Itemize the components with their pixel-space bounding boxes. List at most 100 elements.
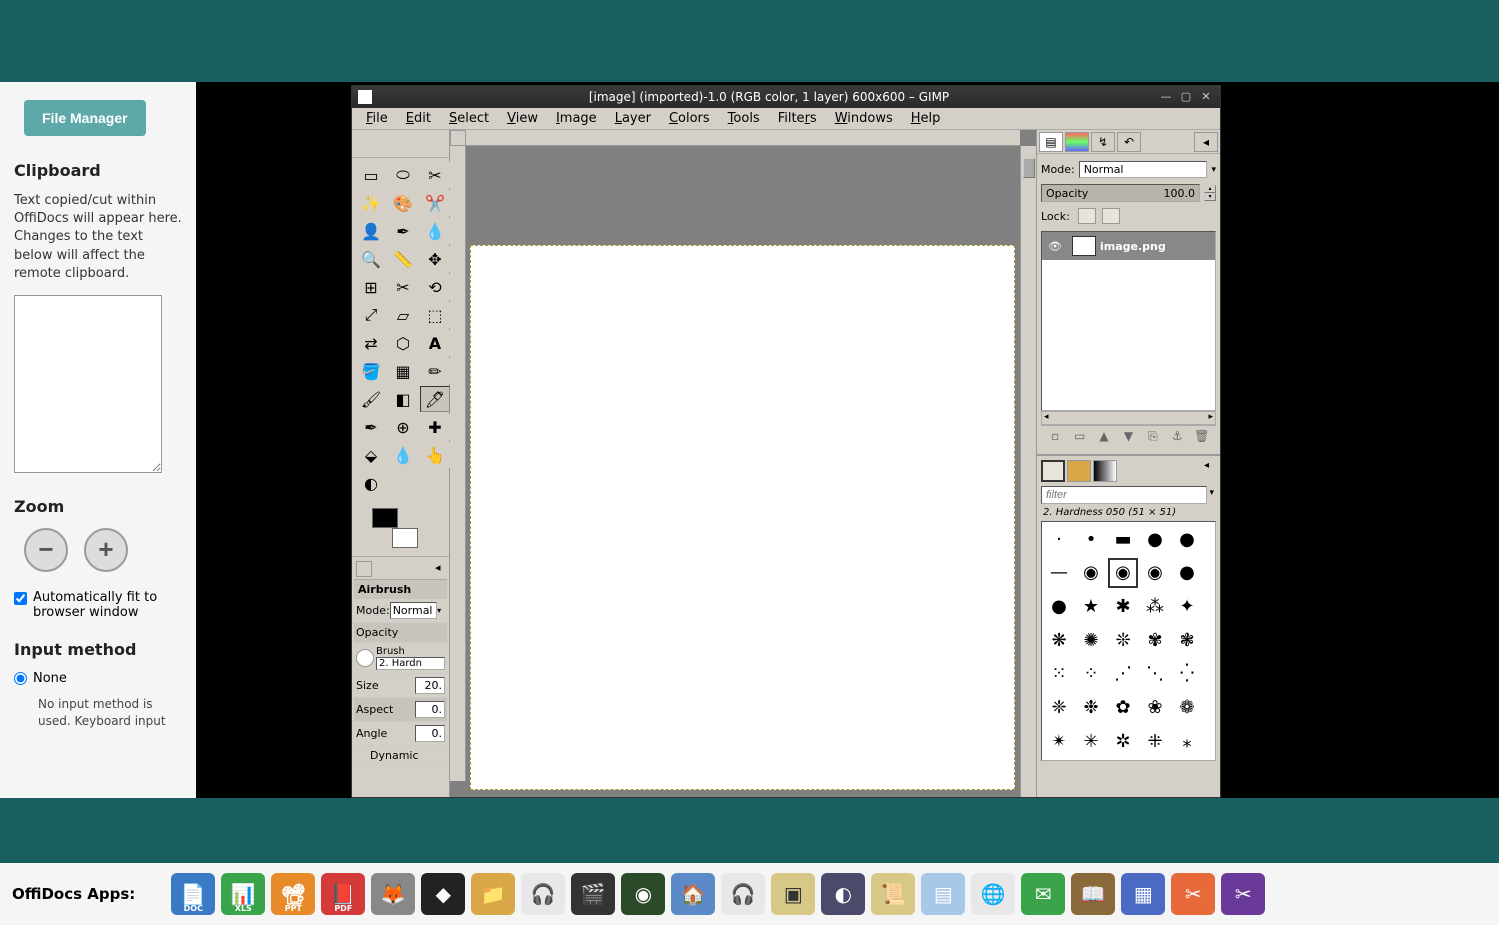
layers-opacity-slider[interactable]: Opacity 100.0 bbox=[1041, 184, 1200, 202]
tool-ellipse-select[interactable]: ⬭ bbox=[388, 162, 418, 188]
layers-hscroll-right[interactable]: ▸ bbox=[1206, 412, 1215, 424]
canvas[interactable] bbox=[470, 245, 1015, 790]
app-sweethome[interactable]: 🏠 bbox=[671, 873, 715, 915]
tool-crop[interactable]: ✂ bbox=[388, 274, 418, 300]
lock-pixels-icon[interactable] bbox=[1078, 208, 1096, 224]
app-globe[interactable]: 🌐 bbox=[971, 873, 1015, 915]
brush-item[interactable]: ⁛ bbox=[1172, 659, 1202, 689]
tool-cage[interactable]: ⬡ bbox=[388, 330, 418, 356]
app-gimp[interactable]: 🦊 bbox=[371, 873, 415, 915]
tool-blur[interactable]: 💧 bbox=[388, 442, 418, 468]
lock-alpha-icon[interactable] bbox=[1102, 208, 1120, 224]
undo-tab-icon[interactable]: ↶ bbox=[1117, 132, 1141, 152]
tool-options-menu-icon[interactable]: ◂ bbox=[435, 561, 445, 577]
brush-item[interactable]: ❀ bbox=[1140, 693, 1170, 723]
app-cut[interactable]: ✂ bbox=[1221, 873, 1265, 915]
app-filemanager[interactable]: 📁 bbox=[471, 873, 515, 915]
brush-item[interactable]: ✿ bbox=[1108, 693, 1138, 723]
tool-angle-value[interactable]: 0. bbox=[415, 725, 445, 742]
ruler-vertical[interactable] bbox=[450, 146, 466, 781]
tool-flip[interactable]: ⇄ bbox=[356, 330, 386, 356]
app-inkscape[interactable]: ◆ bbox=[421, 873, 465, 915]
brush-item[interactable]: ✦ bbox=[1172, 591, 1202, 621]
brush-item[interactable]: · bbox=[1044, 524, 1074, 554]
app-screenshot[interactable]: ✂ bbox=[1171, 873, 1215, 915]
menu-windows[interactable]: Windows bbox=[827, 109, 901, 128]
brush-item[interactable]: ◉ bbox=[1140, 558, 1170, 588]
brush-item[interactable]: ⁘ bbox=[1076, 659, 1106, 689]
brush-item[interactable]: ❃ bbox=[1172, 625, 1202, 655]
tool-rect-select[interactable]: ▭ bbox=[356, 162, 386, 188]
app-audio[interactable]: 🎧 bbox=[521, 873, 565, 915]
layer-visibility-icon[interactable]: 👁 bbox=[1042, 240, 1068, 253]
brush-item[interactable]: ⁂ bbox=[1140, 591, 1170, 621]
channels-tab-icon[interactable] bbox=[1065, 132, 1089, 152]
brush-item[interactable]: ★ bbox=[1076, 591, 1106, 621]
tool-shear[interactable]: ▱ bbox=[388, 302, 418, 328]
foreground-color[interactable] bbox=[372, 508, 398, 528]
patterns-tab-icon[interactable] bbox=[1067, 460, 1091, 482]
layers-hscroll-left[interactable]: ◂ bbox=[1042, 412, 1206, 424]
tool-mode-select[interactable]: Normal bbox=[390, 602, 437, 619]
menu-image[interactable]: Image bbox=[548, 109, 605, 128]
file-manager-button[interactable]: File Manager bbox=[24, 100, 146, 136]
gradients-tab-icon[interactable] bbox=[1093, 460, 1117, 482]
tool-aspect-value[interactable]: 0. bbox=[415, 701, 445, 718]
tool-dodge[interactable]: ◐ bbox=[356, 470, 386, 496]
tool-heal[interactable]: ✚ bbox=[420, 414, 450, 440]
brushes-tab-icon[interactable] bbox=[1041, 460, 1065, 482]
app-tile[interactable]: ▦ bbox=[1121, 873, 1165, 915]
tool-ink[interactable]: ✒ bbox=[356, 414, 386, 440]
brush-item[interactable]: ⋱ bbox=[1140, 659, 1170, 689]
tool-paths[interactable]: ✒ bbox=[388, 218, 418, 244]
anchor-layer-icon[interactable]: ⚓ bbox=[1168, 429, 1186, 447]
app-doc[interactable]: 📄DOC bbox=[171, 873, 215, 915]
app-book[interactable]: 📖 bbox=[1071, 873, 1115, 915]
menu-edit[interactable]: Edit bbox=[398, 109, 439, 128]
layers-list[interactable]: 👁 image.png bbox=[1041, 231, 1216, 411]
layer-group-icon[interactable]: ▭ bbox=[1071, 429, 1089, 447]
tool-foreground[interactable]: 👤 bbox=[356, 218, 386, 244]
delete-layer-icon[interactable]: 🗑 bbox=[1193, 429, 1211, 447]
brush-item[interactable]: ❉ bbox=[1076, 693, 1106, 723]
brush-item[interactable]: ▬ bbox=[1108, 524, 1138, 554]
tool-airbrush[interactable]: 🖊 bbox=[420, 386, 450, 412]
layer-name[interactable]: image.png bbox=[1100, 240, 1215, 253]
menu-tools[interactable]: Tools bbox=[720, 109, 768, 128]
opacity-spin-up[interactable]: ▴ bbox=[1204, 185, 1216, 193]
menu-file[interactable]: File bbox=[358, 109, 396, 128]
tool-eraser[interactable]: ◧ bbox=[388, 386, 418, 412]
tool-scissors[interactable]: ✂️ bbox=[420, 190, 450, 216]
tool-smudge[interactable]: 👆 bbox=[420, 442, 450, 468]
app-pdf[interactable]: 📕PDF bbox=[321, 873, 365, 915]
brush-item[interactable]: ✺ bbox=[1076, 625, 1106, 655]
app-mail[interactable]: ✉ bbox=[1021, 873, 1065, 915]
brush-item[interactable]: ⁎ bbox=[1172, 726, 1202, 756]
app-xls[interactable]: 📊XLS bbox=[221, 873, 265, 915]
brush-item[interactable]: ❋ bbox=[1044, 625, 1074, 655]
brush-item[interactable]: — bbox=[1044, 558, 1074, 588]
tool-rotate[interactable]: ⟲ bbox=[420, 274, 450, 300]
opacity-spin-down[interactable]: ▾ bbox=[1204, 193, 1216, 201]
menu-view[interactable]: View bbox=[499, 109, 546, 128]
brush-item[interactable]: ⁜ bbox=[1140, 726, 1170, 756]
tool-align[interactable]: ⊞ bbox=[356, 274, 386, 300]
tool-move[interactable]: ✥ bbox=[420, 246, 450, 272]
app-dia[interactable]: ▣ bbox=[771, 873, 815, 915]
tool-fuzzy-select[interactable]: ✨ bbox=[356, 190, 386, 216]
menu-layer[interactable]: Layer bbox=[607, 109, 659, 128]
layer-row[interactable]: 👁 image.png bbox=[1042, 232, 1215, 260]
tool-free-select[interactable]: ✂ bbox=[420, 162, 450, 188]
zoom-out-button[interactable]: − bbox=[24, 528, 68, 572]
tool-size-value[interactable]: 20. bbox=[415, 677, 445, 694]
tool-options-tab-icon[interactable] bbox=[356, 561, 372, 577]
background-color[interactable] bbox=[392, 528, 418, 548]
brush-filter-input[interactable] bbox=[1041, 486, 1207, 504]
layers-mode-select[interactable]: Normal bbox=[1079, 161, 1208, 178]
brush-item[interactable]: ❈ bbox=[1044, 693, 1074, 723]
layers-tab-icon[interactable]: ▤ bbox=[1039, 132, 1063, 152]
menu-colors[interactable]: Colors bbox=[661, 109, 718, 128]
tool-text[interactable]: A bbox=[420, 330, 450, 356]
layer-down-icon[interactable]: ▼ bbox=[1119, 429, 1137, 447]
app-ppt[interactable]: 📽PPT bbox=[271, 873, 315, 915]
